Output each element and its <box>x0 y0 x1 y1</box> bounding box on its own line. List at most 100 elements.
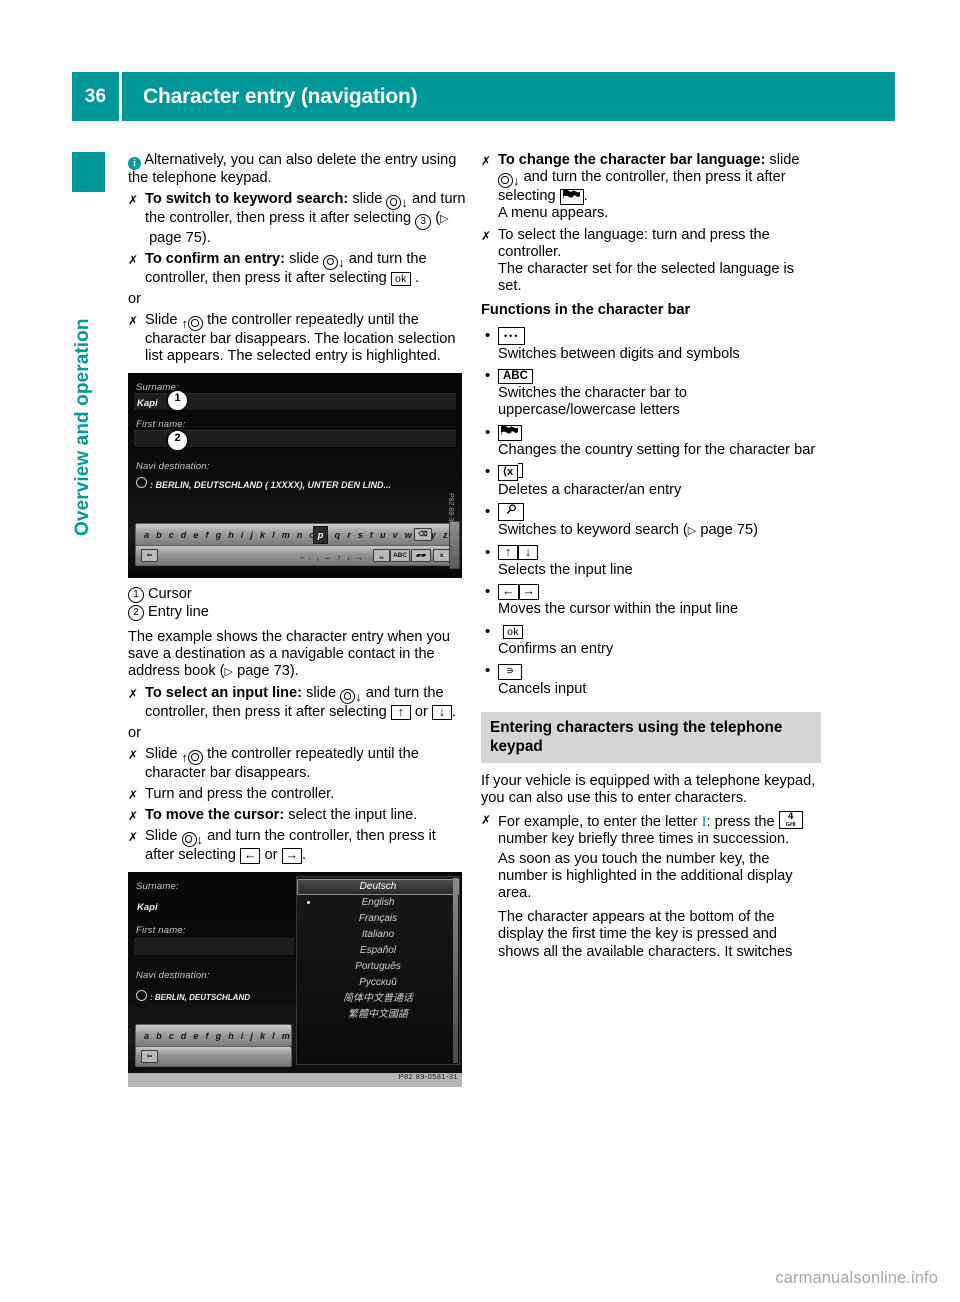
page-header: 36 Character entry (navigation) <box>72 72 895 121</box>
backspace-key-icon: ⟨x <box>498 465 518 481</box>
charbar-key-back[interactable]: ⇦ <box>141 549 158 563</box>
surname-value: Kapi <box>137 902 158 914</box>
step-turn-press-controller: ✗ Turn and press the controller. <box>128 786 468 803</box>
function-desc-backspace: Deletes a character/an entry <box>498 481 682 498</box>
language-option-portugues[interactable]: Português <box>297 959 459 975</box>
controller-slide-down-icon: ↓ <box>181 832 203 848</box>
first-name-field[interactable] <box>134 938 294 956</box>
function-desc-search-text: Switches to keyword search ( <box>498 521 688 538</box>
step-text: Turn and press the controller. <box>145 786 335 803</box>
step-result: The character set for the selected langu… <box>498 260 795 295</box>
step-arrow-icon: ✗ <box>128 687 139 702</box>
figure-code: P82.89-0581-31 <box>398 1072 458 1082</box>
charbar-key-space[interactable]: ␣ <box>373 549 390 563</box>
charbar-key-flag[interactable]: ▰▰ <box>411 549 431 563</box>
bullet-icon: • <box>485 583 491 601</box>
character-bar-cursor: p <box>313 526 328 545</box>
step-arrow-icon: ✗ <box>128 809 139 824</box>
bullet-icon: • <box>485 423 491 441</box>
charbar-key-delete[interactable]: x <box>433 549 450 563</box>
function-item-up-down: • ↑ ↓ <box>481 544 821 561</box>
arrow-right-key-icon: → <box>281 848 303 864</box>
character-bar-letters: a b c d e f g h i j k l m n o p q r s t … <box>144 530 450 541</box>
destination-marker-icon <box>136 990 147 1002</box>
character-bar-secondary[interactable]: ⇦ <box>135 1046 292 1068</box>
controller-slide-up-icon: ↑ <box>182 749 204 765</box>
arrow-left-key-icon: ← <box>498 584 519 600</box>
keypad-paragraph-1: As soon as you touch the number key, the… <box>498 850 793 901</box>
figure-address-book-character-entry: Surname: Kapi First name: Navi destinati… <box>128 373 462 579</box>
language-option-francais[interactable]: Français <box>297 911 459 927</box>
character-bar[interactable]: a b c d e f g h i j k l m n o <box>135 1024 315 1048</box>
charbar-key-abc[interactable]: ABC <box>390 549 410 563</box>
page-ref-icon: ▷ <box>687 524 697 537</box>
or-separator-1: or <box>128 290 141 307</box>
function-item-ok: • ok <box>481 623 821 640</box>
magnifier-key-icon <box>498 503 524 521</box>
step-or: or <box>414 703 428 720</box>
bullet-icon: • <box>485 622 491 640</box>
step-text: Slide <box>145 746 178 763</box>
language-option-english[interactable]: English <box>297 895 459 911</box>
abc-key-icon: ABC <box>498 368 533 385</box>
scrollbar[interactable] <box>449 521 460 570</box>
head-unit-screen-language: Surname: Kapi First name: Navi destinati… <box>128 872 462 1088</box>
function-desc-search: Switches to keyword search (▷ page 75) <box>481 522 821 540</box>
step-lead: To switch to keyword search: <box>145 191 349 208</box>
info-note-text: Alternatively, you can also delete the e… <box>128 152 457 186</box>
arrow-up-key-icon: ↑ <box>390 704 411 721</box>
back-key-icon: ∍ <box>498 664 522 680</box>
charbar-symbol-row: - . , ← ↑ ↓ → <box>301 553 365 563</box>
function-desc-search-tail: ) <box>753 521 758 538</box>
step-slide-up-2: ✗ Slide ↑ the controller repeatedly unti… <box>128 746 468 782</box>
legend-label: Cursor <box>148 586 192 603</box>
page-title: Character entry (navigation) <box>122 72 895 121</box>
section-heading-telephone-keypad: Entering characters using the telephone … <box>481 711 821 763</box>
step-arrow-icon: ✗ <box>128 253 139 268</box>
language-option-italiano[interactable]: Italiano <box>297 927 459 943</box>
dots-key-icon: ••• <box>498 326 526 345</box>
legend-row-cursor: 1 Cursor <box>128 586 468 604</box>
charbar-key-backspace[interactable]: ⌫ <box>414 528 432 542</box>
function-item-abc: • ABC <box>481 367 821 385</box>
character-bar-secondary[interactable]: ⇦ - . , ← ↑ ↓ → ␣ ABC ▰▰ x <box>135 545 455 567</box>
step-example-letter-entry: ✗ For example, to enter the letter I: pr… <box>481 811 821 961</box>
step-text: slide <box>352 191 383 208</box>
keypad-letters: GHI <box>785 822 796 829</box>
step-lead: To select an input line: <box>145 685 303 702</box>
language-option-espanol[interactable]: Español <box>297 943 459 959</box>
controller-slide-down-icon: ↓ <box>498 172 520 188</box>
function-desc-dots: Switches between digits and symbols <box>498 345 740 362</box>
arrow-right-key-icon: → <box>518 584 539 600</box>
step-select-input-line: ✗ To select an input line: slide ↓ and t… <box>128 685 468 721</box>
charbar-key-back[interactable]: ⇦ <box>141 1050 158 1064</box>
step-confirm-entry: ✗ To confirm an entry: slide ↓ and turn … <box>128 251 468 287</box>
info-note: i Alternatively, you can also delete the… <box>128 152 468 187</box>
language-option-chinese-simplified[interactable]: 简体中文普通话 <box>297 991 459 1007</box>
language-option-russian[interactable]: Русский <box>297 975 459 991</box>
step-text-b: and turn the controller, then press it a… <box>498 169 786 204</box>
ok-key-icon: ok <box>390 271 411 286</box>
page-reference: page 75 <box>700 521 754 538</box>
step-arrow-icon: ✗ <box>481 813 492 828</box>
field-label-surname: Surname: <box>136 881 179 893</box>
step-lead: To move the cursor: <box>145 807 285 824</box>
language-menu-scrollbar[interactable] <box>453 878 458 1064</box>
right-text-column: ✗ To change the character bar language: … <box>481 152 821 965</box>
example-paragraph: The example shows the character entry wh… <box>128 629 468 682</box>
character-bar[interactable]: a b c d e f g h i j k l m n o p q r s t … <box>135 523 455 547</box>
page-reference: page 75 <box>149 229 202 246</box>
step-arrow-icon: ✗ <box>481 228 492 243</box>
navi-destination-value: : BERLIN, DEUTSCHLAND <box>150 993 250 1003</box>
bullet-icon: • <box>485 326 491 344</box>
language-menu-panel[interactable]: Deutsch English Français Italiano Españo… <box>296 876 460 1066</box>
keypad-paragraph-2: The character appears at the bottom of t… <box>498 909 793 960</box>
step-move-cursor: ✗ To move the cursor: select the input l… <box>128 807 468 824</box>
language-option-deutsch[interactable]: Deutsch <box>297 879 459 896</box>
callout-1: 1 <box>166 389 189 413</box>
controller-slide-up-icon: ↑ <box>182 315 204 331</box>
step-arrow-icon: ✗ <box>481 154 492 168</box>
info-icon: i <box>128 157 141 170</box>
language-option-chinese-traditional[interactable]: 繁體中文國語 <box>297 1007 459 1023</box>
step-arrow-icon: ✗ <box>128 830 139 845</box>
